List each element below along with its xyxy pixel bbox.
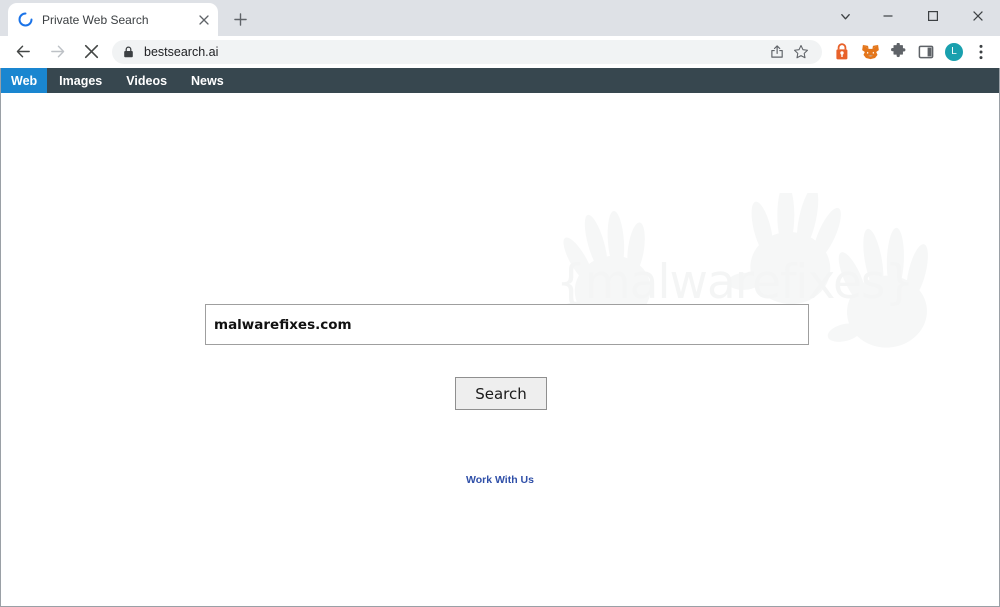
sidebar-item-web[interactable]: Web (1, 68, 48, 93)
back-arrow-icon (16, 45, 30, 58)
sidebar-item-images[interactable]: Images (47, 68, 114, 93)
share-icon[interactable] (766, 41, 788, 63)
close-icon (972, 11, 983, 21)
maximize-icon (927, 11, 938, 22)
handprint-watermark-icon (555, 183, 928, 348)
tab-strip: Private Web Search (0, 0, 1000, 36)
stop-loading-button[interactable] (77, 38, 105, 66)
page-viewport: Web Images Videos News {malwarefixes} ma… (0, 68, 1000, 607)
search-input[interactable] (205, 304, 809, 345)
work-with-us-link[interactable]: Work With Us (1, 474, 999, 486)
metamask-fox-extension-icon[interactable] (858, 40, 882, 64)
avatar-initial: L (945, 42, 963, 61)
nav-label-news: News (191, 73, 224, 88)
password-manager-extension-icon[interactable] (830, 40, 854, 64)
close-window-button[interactable] (955, 0, 1000, 32)
forward-arrow-icon (50, 45, 64, 58)
window-controls (825, 0, 1000, 36)
site-nav: Web Images Videos News (1, 68, 999, 93)
sidebar-item-videos[interactable]: Videos (114, 68, 179, 93)
browser-toolbar: bestsearch.ai L (0, 36, 1000, 68)
address-bar[interactable]: bestsearch.ai (112, 39, 822, 64)
minimize-icon (883, 15, 892, 17)
tab-title: Private Web Search (42, 12, 149, 27)
sidebar-item-news[interactable]: News (179, 68, 236, 93)
watermark-wordmark: {malwarefixes} (556, 255, 914, 310)
browser-tab[interactable]: Private Web Search (8, 3, 218, 36)
malwarefixes-watermark: {malwarefixes} (546, 183, 986, 383)
search-button[interactable]: Search (455, 377, 547, 410)
nav-label-web: Web (11, 73, 38, 88)
nav-label-videos: Videos (126, 73, 168, 88)
new-tab-button[interactable] (226, 5, 254, 33)
page-content: {malwarefixes} Search Work With Us (1, 93, 999, 606)
plus-icon (233, 12, 247, 26)
maximize-button[interactable] (910, 0, 955, 32)
extensions-puzzle-icon[interactable] (886, 40, 910, 64)
forward-button[interactable] (43, 38, 71, 66)
browser-window: Private Web Search bestsearch.ai L Web I… (0, 0, 1000, 607)
back-button[interactable] (9, 38, 37, 66)
star-icon[interactable] (790, 41, 812, 63)
lock-icon (122, 45, 135, 58)
url-text: bestsearch.ai (144, 44, 219, 59)
stop-loading-icon (84, 44, 98, 59)
tab-close-icon[interactable] (196, 12, 212, 28)
chevron-down-icon (840, 13, 850, 19)
loading-spinner-icon (18, 12, 33, 27)
minimize-button[interactable] (865, 0, 910, 32)
three-dot-menu-icon[interactable] (970, 40, 992, 64)
side-panel-icon[interactable] (914, 40, 938, 64)
nav-label-images: Images (59, 73, 103, 88)
omnibox-actions (766, 41, 812, 63)
profile-avatar[interactable]: L (942, 40, 966, 64)
tab-search-button[interactable] (825, 0, 865, 32)
